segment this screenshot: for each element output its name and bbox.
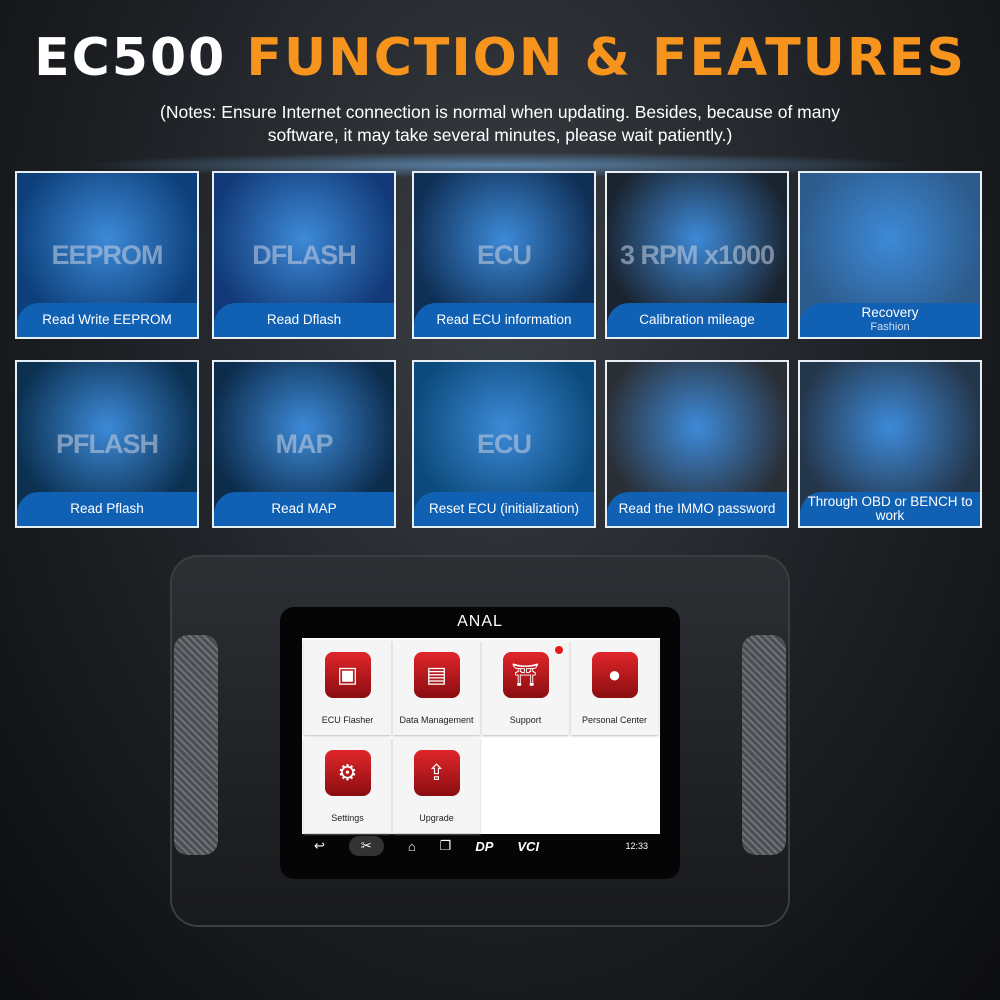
nav-bar: ↩ ✂ ⌂ ❐ DP VCI 12:33 — [302, 834, 660, 858]
page-title: EC500 FUNCTION & FEATURES — [0, 28, 1000, 88]
feature-caption: Read Write EEPROM — [17, 303, 197, 337]
caption-text: Read the IMMO password — [618, 501, 776, 516]
notification-dot — [555, 646, 563, 654]
feature-tile: DFLASH Read Dflash — [212, 171, 396, 339]
clock: 12:33 — [625, 841, 648, 851]
feature-caption: Read Pflash — [17, 492, 197, 526]
support-icon: ⛩ — [502, 652, 549, 698]
scissors-icon[interactable]: ✂ — [348, 836, 384, 856]
left-grip — [174, 635, 218, 855]
dp-button[interactable]: DP — [475, 839, 493, 854]
back-icon[interactable]: ↩ — [314, 838, 325, 854]
caption-text: Reset ECU (initialization) — [428, 501, 580, 516]
ecu-flasher-icon: ▣ — [324, 652, 371, 698]
caption-text: Read ECU information — [436, 312, 572, 327]
caption-text: Read MAP — [271, 501, 337, 516]
app-upgrade[interactable]: ⇪ Upgrade — [393, 738, 480, 833]
feature-caption: Recovery Fashion — [800, 303, 980, 337]
feature-tile: MAP Read MAP — [212, 360, 396, 528]
person-icon: ● — [591, 652, 638, 698]
feature-tile: ECU Read ECU information — [412, 171, 596, 339]
screen-bezel: ANAL ▣ ECU Flasher ▤ Data Management ⛩ Suppor… — [280, 607, 680, 879]
app-label: Settings — [331, 813, 364, 823]
feature-caption: Calibration mileage — [607, 303, 787, 337]
app-support[interactable]: ⛩ Support — [482, 640, 569, 735]
title-features: FUNCTION & FEATURES — [246, 28, 966, 88]
feature-caption: Reset ECU (initialization) — [414, 492, 594, 526]
app-label: ECU Flasher — [321, 715, 374, 725]
app-settings[interactable]: ⚙ Settings — [304, 738, 391, 833]
feature-tile: 3 RPM x1000 Calibration mileage — [605, 171, 789, 339]
upload-icon: ⇪ — [413, 750, 460, 796]
recent-apps-icon[interactable]: ❐ — [440, 838, 452, 854]
app-personal-center[interactable]: ● Personal Center — [571, 640, 658, 735]
caption-text: Calibration mileage — [639, 312, 755, 327]
feature-caption: Read the IMMO password — [607, 492, 787, 526]
feature-caption: Read ECU information — [414, 303, 594, 337]
feature-tile: PFLASH Read Pflash — [15, 360, 199, 528]
caption-text: Read Write EEPROM — [42, 312, 172, 327]
gear-icon: ⚙ — [324, 750, 371, 796]
app-data-management[interactable]: ▤ Data Management — [393, 640, 480, 735]
caption-text: Read Pflash — [70, 501, 144, 516]
feature-caption: Through OBD or BENCH to work — [800, 492, 980, 526]
right-grip — [742, 635, 786, 855]
caption-text: Through OBD or BENCH to work — [807, 494, 973, 523]
notes: (Notes: Ensure Internet connection is no… — [160, 102, 840, 145]
app-ecu-flasher[interactable]: ▣ ECU Flasher — [304, 640, 391, 735]
home-screen: ▣ ECU Flasher ▤ Data Management ⛩ Support ● Per… — [302, 638, 660, 834]
home-icon[interactable]: ⌂ — [408, 839, 416, 854]
feature-tile: Read the IMMO password — [605, 360, 789, 528]
feature-caption: Read Dflash — [214, 303, 394, 337]
app-label: Data Management — [399, 715, 474, 725]
app-label: Upgrade — [419, 813, 454, 823]
ec500-device: ANAL ▣ ECU Flasher ▤ Data Management ⛩ Suppor… — [170, 555, 790, 927]
feature-tile: EEPROM Read Write EEPROM — [15, 171, 199, 339]
app-label: Support — [509, 715, 542, 725]
app-label: Personal Center — [581, 715, 648, 725]
title-model: EC500 — [34, 28, 227, 88]
feature-tile: Recovery Fashion — [798, 171, 982, 339]
feature-tile: Through OBD or BENCH to work — [798, 360, 982, 528]
data-management-icon: ▤ — [413, 652, 460, 698]
caption-text: Read Dflash — [266, 312, 342, 327]
vci-button[interactable]: VCI — [517, 839, 539, 854]
brand-label: ANAL — [457, 613, 503, 630]
feature-tile: ECU Reset ECU (initialization) — [412, 360, 596, 528]
caption-subtext: Fashion — [870, 321, 910, 333]
feature-caption: Read MAP — [214, 492, 394, 526]
caption-text: Recovery — [861, 305, 919, 320]
